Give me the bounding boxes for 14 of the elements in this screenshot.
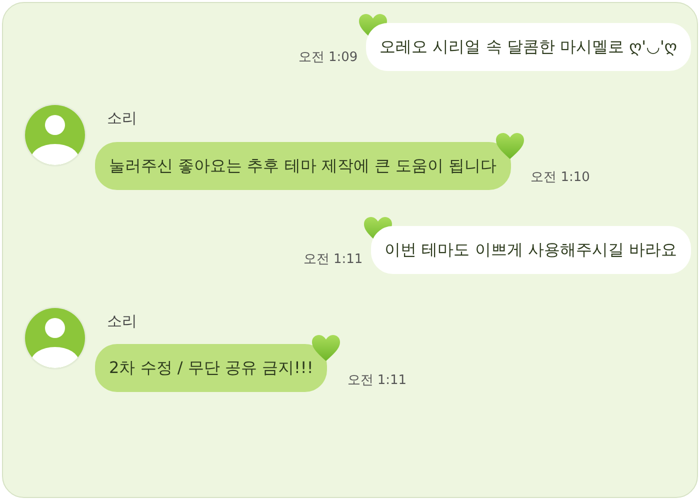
sender-name: 소리 [107, 310, 138, 332]
timestamp: 오전 1:10 [530, 169, 590, 187]
message-bubble: 2차 수정 / 무단 공유 금지!!! [95, 344, 328, 392]
avatar-icon [23, 103, 87, 167]
message-bubble: 이번 테마도 이쁘게 사용해주시길 바라요 [370, 226, 691, 274]
timestamp: 오전 1:11 [303, 251, 363, 269]
timestamp: 오전 1:09 [298, 48, 358, 66]
sender-name: 소리 [107, 108, 138, 129]
heart-icon [494, 132, 525, 160]
message-bubble: 눌러주신 좋아요는 추후 테마 제작에 큰 도움이 됩니다 [95, 142, 511, 190]
heart-icon [311, 334, 342, 362]
timestamp: 오전 1:11 [347, 372, 407, 390]
avatar-icon [23, 306, 87, 370]
message-bubble: 오레오 시리얼 속 달콤한 마시멜로 ღ'◡'ღ [366, 23, 691, 71]
